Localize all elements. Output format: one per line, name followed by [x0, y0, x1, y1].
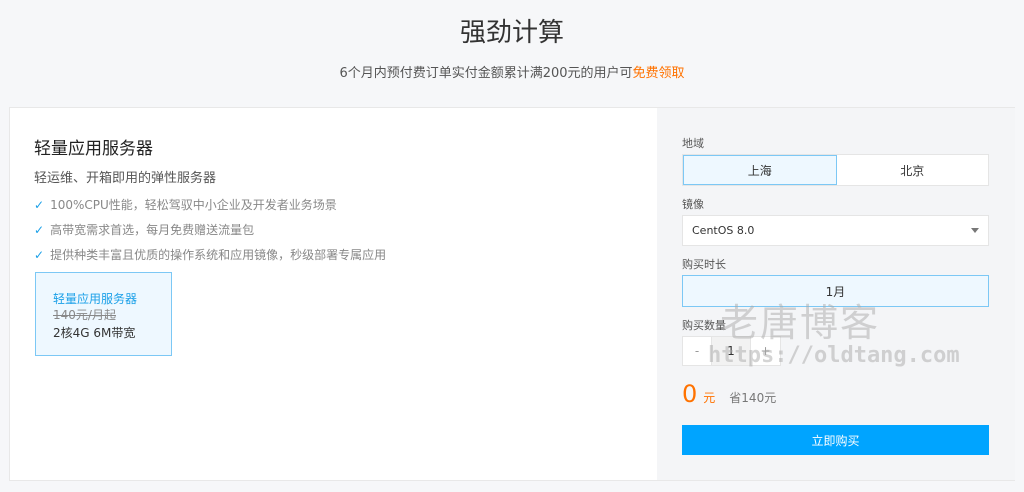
region-label: 地域 — [682, 137, 704, 150]
page-subtitle: 6个月内预付费订单实付金额累计满200元的用户可免费领取 — [0, 62, 1024, 81]
chevron-down-icon — [971, 228, 979, 233]
check-icon: ✓ — [34, 247, 45, 262]
feature-item: ✓ 提供种类丰富且优质的操作系统和应用镜像，秒级部署专属应用 — [34, 246, 386, 263]
region-option-shanghai[interactable]: 上海 — [683, 155, 837, 185]
image-value: CentOS 8.0 — [692, 224, 755, 237]
feature-item: ✓ 高带宽需求首选，每月免费赠送流量包 — [34, 221, 254, 238]
quantity-stepper: - 1 + — [682, 336, 781, 366]
price-value: 0 — [682, 380, 698, 408]
subtitle-text: 6个月内预付费订单实付金额累计满200元的用户可 — [339, 66, 633, 81]
plan-name: 轻量应用服务器 — [53, 292, 138, 306]
region-selector: 上海 北京 — [682, 154, 989, 186]
product-description: 轻运维、开箱即用的弹性服务器 — [34, 171, 217, 186]
savings-text: 省140元 — [729, 391, 777, 405]
order-panel: 地域 上海 北京 镜像 CentOS 8.0 购买时长 1月 购买数量 - 1 … — [657, 108, 1015, 480]
duration-label: 购买时长 — [682, 258, 726, 271]
image-label: 镜像 — [682, 198, 704, 211]
increment-button[interactable]: + — [751, 337, 780, 365]
feature-item: ✓ 100%CPU性能，轻松驾驭中小企业及开发者业务场景 — [34, 196, 337, 213]
free-claim-link[interactable]: 免费领取 — [633, 66, 685, 81]
quantity-input[interactable]: 1 — [711, 337, 751, 365]
duration-option[interactable]: 1月 — [682, 275, 989, 307]
plan-option[interactable]: 轻量应用服务器 140元/月起 2核4G 6M带宽 — [35, 272, 172, 356]
image-select[interactable]: CentOS 8.0 — [682, 215, 989, 246]
price-summary: 0 元 省140元 — [682, 380, 776, 408]
quantity-label: 购买数量 — [682, 319, 726, 332]
page-title: 强劲计算 — [459, 18, 564, 48]
check-icon: ✓ — [34, 222, 45, 237]
check-icon: ✓ — [34, 197, 45, 212]
region-option-beijing[interactable]: 北京 — [837, 155, 989, 185]
feature-text: 提供种类丰富且优质的操作系统和应用镜像，秒级部署专属应用 — [50, 248, 387, 262]
product-card: 轻量应用服务器 轻运维、开箱即用的弹性服务器 ✓ 100%CPU性能，轻松驾驭中小… — [9, 107, 1015, 481]
buy-now-button[interactable]: 立即购买 — [682, 425, 989, 455]
plan-original-price: 140元/月起 — [53, 308, 116, 322]
decrement-button[interactable]: - — [683, 337, 711, 365]
plan-spec: 2核4G 6M带宽 — [53, 326, 136, 340]
feature-text: 100%CPU性能，轻松驾驭中小企业及开发者业务场景 — [50, 198, 337, 212]
feature-text: 高带宽需求首选，每月免费赠送流量包 — [50, 223, 255, 237]
product-title: 轻量应用服务器 — [34, 139, 153, 159]
price-currency: 元 — [703, 391, 716, 405]
